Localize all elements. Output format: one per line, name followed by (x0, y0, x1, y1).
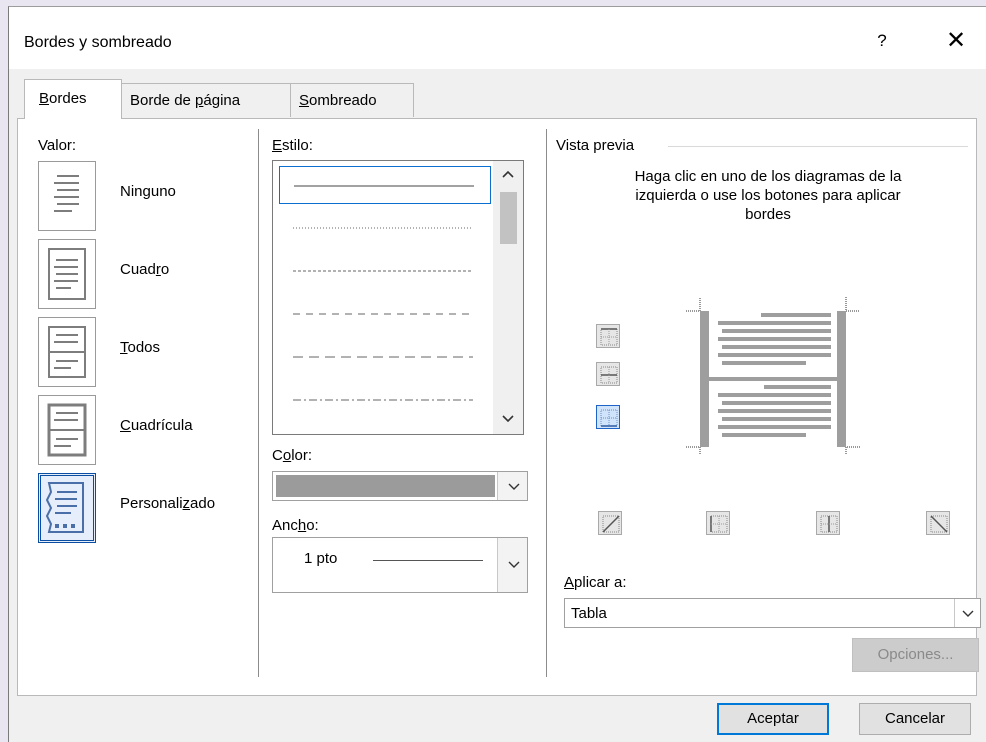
line-style-list[interactable] (272, 160, 524, 435)
border-inside-horizontal-icon (600, 366, 618, 384)
chevron-down-icon (508, 561, 520, 568)
bottom-border-button[interactable] (596, 405, 620, 429)
preview-instructions: Haga clic en uno de los diagramas de la … (634, 168, 902, 223)
setting-all-icon (38, 317, 96, 387)
border-top-icon (600, 328, 618, 346)
width-dropdown-button[interactable] (497, 538, 527, 592)
setting-grid-icon (38, 395, 96, 465)
setting-cuadricula[interactable]: Cuadrícula (38, 395, 253, 465)
border-diagonal-up-icon (602, 515, 620, 533)
left-border-button[interactable] (706, 511, 730, 535)
diagonal-up-border-button[interactable] (598, 511, 622, 535)
apply-to-dropdown[interactable]: Tabla (564, 598, 981, 628)
setting-todos[interactable]: Todos (38, 317, 253, 387)
tab-bordes-accel: B (39, 90, 50, 107)
chevron-down-icon (962, 610, 974, 617)
dialog-title: Bordes y sombreado (24, 34, 172, 51)
inside-vertical-border-button[interactable] (816, 511, 840, 535)
setting-cuadricula-label: Cuadrícula (120, 417, 193, 434)
tab-borde-pagina-label-pre: Borde de (130, 92, 196, 109)
border-bottom-icon (600, 409, 618, 427)
column-divider (546, 129, 547, 677)
color-dropdown[interactable] (272, 471, 528, 501)
border-diagonal-down-icon (930, 515, 948, 533)
apply-to-dropdown-button[interactable] (954, 599, 980, 627)
tab-bordes[interactable]: Bordes (24, 79, 122, 119)
estilo-label: Estilo: (272, 137, 313, 154)
setting-box-icon (38, 239, 96, 309)
tab-borde-de-pagina[interactable]: Borde de página (121, 83, 291, 117)
line-style-solid[interactable] (279, 166, 491, 204)
top-border-button[interactable] (596, 324, 620, 348)
setting-todos-label: Todos (120, 339, 161, 356)
borders-shading-dialog: Bordes y sombreado ? ✕ Bordes Borde de p… (8, 6, 986, 742)
setting-ninguno-label: Ninguno (120, 183, 176, 200)
chevron-up-icon[interactable] (493, 161, 523, 189)
line-style-fine-dash[interactable] (279, 252, 491, 290)
style-list-scrollbar[interactable] (493, 161, 523, 434)
help-button[interactable]: ? (867, 25, 897, 57)
tab-bordes-label: ordes (49, 90, 87, 107)
valor-label: Valor: (38, 137, 77, 154)
color-label: Color: (272, 447, 313, 464)
tab-borde-pagina-label-post: ágina (203, 92, 241, 109)
tab-sombreado[interactable]: Sombreado (290, 83, 414, 117)
title-bar: Bordes y sombreado ? ✕ (9, 7, 986, 69)
line-style-dash-dot[interactable] (279, 381, 491, 419)
width-value: 1 pto (304, 550, 338, 567)
setting-custom-icon (38, 473, 96, 543)
ancho-label: Ancho: (272, 517, 319, 534)
setting-cuadro-label: Cuadro (120, 261, 170, 278)
scroll-thumb[interactable] (500, 192, 517, 244)
line-style-dash[interactable] (279, 295, 491, 333)
tab-panel-bordes: Valor: Ninguno Cuadro Todos Cuadrícula P… (17, 118, 981, 696)
setting-cuadro[interactable]: Cuadro (38, 239, 253, 309)
color-swatch (276, 475, 495, 497)
aplicar-a-label: Aplicar a: (564, 574, 627, 591)
opciones-button[interactable]: Opciones... (852, 638, 979, 672)
setting-personalizado-label: Personalizado (120, 495, 216, 512)
aceptar-button[interactable]: Aceptar (717, 703, 829, 735)
vista-previa-label: Vista previa (556, 137, 641, 154)
chevron-down-icon[interactable] (493, 406, 523, 434)
width-dropdown[interactable]: 1 pto (272, 537, 528, 593)
setting-personalizado[interactable]: Personalizado (38, 473, 253, 543)
width-sample-line (373, 560, 483, 561)
setting-ninguno[interactable]: Ninguno (38, 161, 253, 231)
column-divider (258, 129, 259, 677)
tab-sombreado-label: ombreado (309, 92, 377, 109)
chevron-down-icon (508, 483, 520, 490)
setting-none-icon (38, 161, 96, 231)
color-dropdown-button[interactable] (497, 472, 527, 500)
border-inside-vertical-icon (820, 515, 838, 533)
line-style-dotted[interactable] (279, 209, 491, 247)
cancelar-button[interactable]: Cancelar (859, 703, 971, 735)
tab-sombreado-accel: S (299, 92, 310, 109)
border-left-icon (710, 515, 728, 533)
close-button[interactable]: ✕ (939, 25, 973, 57)
border-preview-diagram[interactable] (678, 294, 868, 454)
preview-group-rule (668, 146, 968, 147)
diagonal-down-border-button[interactable] (926, 511, 950, 535)
inside-horizontal-border-button[interactable] (596, 362, 620, 386)
line-style-long-dash[interactable] (279, 338, 491, 376)
apply-to-value: Tabla (571, 605, 607, 622)
